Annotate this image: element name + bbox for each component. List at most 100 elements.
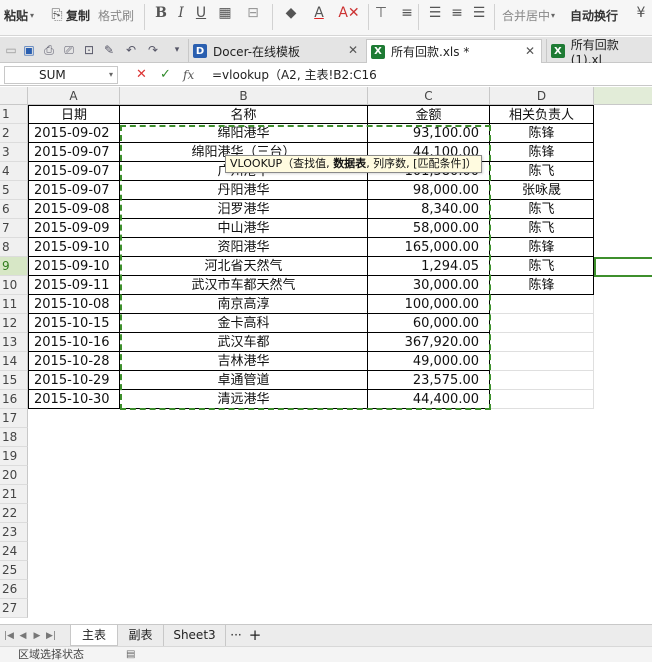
cell-owner[interactable]: 陈锋 [490, 276, 594, 295]
cell-owner[interactable] [490, 333, 594, 352]
cell-date[interactable]: 2015-09-11 [28, 276, 120, 295]
cell-date[interactable]: 2015-09-07 [28, 162, 120, 181]
row-header[interactable]: 8 [0, 238, 28, 257]
cell-name[interactable]: 中山港华 [120, 219, 368, 238]
row-header[interactable]: 25 [0, 561, 28, 580]
cell-date[interactable]: 2015-09-02 [28, 124, 120, 143]
column-header-d[interactable]: D [490, 87, 594, 105]
row-header[interactable]: 7 [0, 219, 28, 238]
cell-name[interactable]: 武汉市车都天然气 [120, 276, 368, 295]
quick-access-dropdown-icon[interactable]: ▾ [168, 41, 186, 59]
insert-function-icon[interactable]: fx [183, 66, 194, 84]
more-sheets-icon[interactable]: ··· [228, 625, 244, 646]
row-header[interactable]: 12 [0, 314, 28, 333]
column-header-a[interactable]: A [28, 87, 120, 105]
row-header[interactable]: 14 [0, 352, 28, 371]
format-painter-button[interactable]: 格式刷 [98, 0, 134, 30]
border-icon[interactable]: ▦ [216, 4, 234, 22]
row-header[interactable]: 27 [0, 599, 28, 618]
cell-amount[interactable]: 44,400.00 [368, 390, 490, 409]
close-icon[interactable]: ✕ [525, 44, 535, 58]
tab-all-payments[interactable]: X 所有回款.xls * ✕ [366, 39, 542, 63]
row-header[interactable]: 13 [0, 333, 28, 352]
redo-icon[interactable]: ↷ [144, 41, 162, 59]
cell-owner[interactable]: 陈飞 [490, 162, 594, 181]
cell-name[interactable]: 丹阳港华 [120, 181, 368, 200]
cell-date[interactable]: 2015-10-08 [28, 295, 120, 314]
cell-owner[interactable]: 陈锋 [490, 238, 594, 257]
column-header-b[interactable]: B [120, 87, 368, 105]
clear-icon[interactable]: A✕ [338, 4, 359, 22]
cell-name[interactable]: 武汉车都 [120, 333, 368, 352]
row-header[interactable]: 3 [0, 143, 28, 162]
cell-date[interactable]: 2015-09-09 [28, 219, 120, 238]
cell-date[interactable]: 2015-10-30 [28, 390, 120, 409]
column-header-e[interactable] [594, 87, 652, 105]
name-box[interactable]: SUM ▾ [4, 66, 118, 84]
row-header[interactable]: 26 [0, 580, 28, 599]
column-header-c[interactable]: C [368, 87, 490, 105]
cell-name[interactable]: 南京高淳 [120, 295, 368, 314]
spreadsheet-grid[interactable]: A B C D 1 2 3 4 5 6 7 8 9 10 11 12 13 14 15 16 17 18 19 20 2… [0, 87, 652, 621]
cell-name[interactable]: 吉林港华 [120, 352, 368, 371]
row-header[interactable]: 20 [0, 466, 28, 485]
auto-wrap-button[interactable]: 自动换行 [570, 0, 618, 30]
row-header[interactable]: 4 [0, 162, 28, 181]
row-header[interactable]: 6 [0, 200, 28, 219]
cell-amount[interactable]: 23,575.00 [368, 371, 490, 390]
cell-amount[interactable]: 30,000.00 [368, 276, 490, 295]
row-header[interactable]: 16 [0, 390, 28, 409]
sheet-tab-main[interactable]: 主表 [70, 625, 118, 646]
cell-name[interactable]: 清远港华 [120, 390, 368, 409]
underline-button[interactable]: U [192, 4, 210, 22]
last-sheet-icon[interactable]: ▶| [46, 629, 56, 643]
cell-owner[interactable]: 陈锋 [490, 143, 594, 162]
fill-color-icon[interactable]: ◆ [282, 4, 300, 22]
cell-amount[interactable]: 100,000.00 [368, 295, 490, 314]
row-header[interactable]: 18 [0, 428, 28, 447]
cancel-icon[interactable]: ✕ [136, 66, 147, 84]
formula-input[interactable]: =vlookup（A2, 主表!B2:C16 [212, 66, 652, 84]
cell-owner[interactable] [490, 390, 594, 409]
cell-owner[interactable]: 陈锋 [490, 124, 594, 143]
cell-owner[interactable] [490, 314, 594, 333]
row-header[interactable]: 22 [0, 504, 28, 523]
cell-amount[interactable]: 93,100.00 [368, 124, 490, 143]
header-amount[interactable]: 金额 [368, 105, 490, 124]
row-header[interactable]: 5 [0, 181, 28, 200]
row-header[interactable]: 24 [0, 542, 28, 561]
cell-amount[interactable]: 98,000.00 [368, 181, 490, 200]
prev-sheet-icon[interactable]: ◀ [18, 629, 28, 643]
cell-owner[interactable]: 陈飞 [490, 219, 594, 238]
cell-date[interactable]: 2015-09-10 [28, 238, 120, 257]
row-header[interactable]: 1 [0, 105, 28, 124]
row-header[interactable]: 10 [0, 276, 28, 295]
cell-date[interactable]: 2015-10-16 [28, 333, 120, 352]
cell-amount[interactable]: 1,294.05 [368, 257, 490, 276]
chevron-down-icon[interactable]: ▾ [109, 67, 113, 83]
cell-date[interactable]: 2015-09-07 [28, 181, 120, 200]
cell-amount[interactable]: 8,340.00 [368, 200, 490, 219]
next-sheet-icon[interactable]: ▶ [32, 629, 42, 643]
align-middle-icon[interactable]: ≡ [398, 4, 416, 22]
tab-all-payments-copy[interactable]: X 所有回款 (1).xl [546, 39, 652, 63]
header-date[interactable]: 日期 [28, 105, 120, 124]
cell-date[interactable]: 2015-10-15 [28, 314, 120, 333]
header-name[interactable]: 名称 [120, 105, 368, 124]
cell-date[interactable]: 2015-09-07 [28, 143, 120, 162]
italic-button[interactable]: I [172, 4, 190, 22]
paste-button[interactable]: 粘贴 ▾ [4, 0, 34, 30]
row-header[interactable]: 9 [0, 257, 28, 276]
clear-format-icon[interactable]: ⊟ [244, 4, 262, 22]
spellcheck-icon[interactable]: ✎ [100, 41, 118, 59]
merge-center-button[interactable]: 合并居中 [502, 0, 550, 30]
sheet-tab-secondary[interactable]: 副表 [118, 625, 164, 646]
cell-owner[interactable] [490, 371, 594, 390]
cell-name[interactable]: 绵阳港华 [120, 124, 368, 143]
more-icon[interactable]: ¥ [632, 4, 650, 22]
cell-name[interactable]: 河北省天然气 [120, 257, 368, 276]
row-header[interactable]: 17 [0, 409, 28, 428]
cell-owner[interactable] [490, 295, 594, 314]
cell-owner[interactable]: 陈飞 [490, 200, 594, 219]
cell-date[interactable]: 2015-10-28 [28, 352, 120, 371]
